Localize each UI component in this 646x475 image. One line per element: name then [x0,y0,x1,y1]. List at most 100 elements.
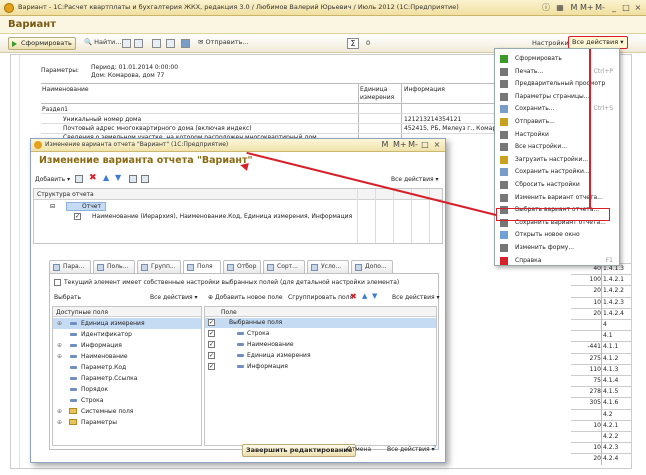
down-icon[interactable]: ▼ [115,173,121,182]
folder-icon [69,419,77,425]
dialog-all-actions[interactable]: Все действия ▾ [391,176,439,183]
tab-5[interactable]: Сорт... [263,260,305,273]
minimize-icon[interactable]: _ [608,2,620,13]
app-logo-icon [4,3,14,13]
menu-item-11[interactable]: Изменить вариант отчета... [495,191,619,205]
available-field[interactable]: Порядок [53,384,201,395]
delete-icon[interactable]: ✖ [89,173,97,183]
tab-7[interactable]: Допо... [351,260,393,273]
expand-icon[interactable]: ⊕ [57,320,62,327]
mminus-icon[interactable]: M- [594,2,606,13]
add-button[interactable]: Добавить ▾ [35,176,70,183]
m-icon[interactable]: M [568,2,580,13]
find-button[interactable]: 🔍 Найти... [84,38,121,46]
up-icon[interactable]: ▲ [103,173,109,182]
calc-icon[interactable]: ▦ [554,2,566,13]
fields-down-icon[interactable]: ▼ [372,292,377,300]
menu-item-2[interactable]: Предварительный просмотр [495,77,619,91]
send-button[interactable]: ✉ Отправить... [198,38,249,46]
report-code: 4.2.3 [603,444,619,452]
menu-item-10[interactable]: Сбросить настройки [495,178,619,192]
close-icon[interactable]: × [632,2,644,13]
tab-4[interactable]: Отбор [223,260,261,273]
field-header: Поле [221,309,237,316]
menu-item-6[interactable]: Настройки [495,128,619,142]
report-value: 10 [593,298,601,306]
sigma-icon[interactable]: Σ [347,38,359,49]
available-field[interactable]: Идентификатор [53,329,201,340]
menu-item-15[interactable]: Изменить форму... [495,241,619,255]
selected-field-checkbox[interactable]: ✓ [208,330,215,337]
available-field[interactable]: ⊕ Наименование [53,351,201,362]
expand-icon[interactable]: ⊕ [57,408,62,415]
move-icon[interactable] [75,175,83,183]
finish-editing-button[interactable]: Завершить редактирование [242,444,357,457]
help-icon[interactable]: ? [433,445,436,452]
tab-6[interactable]: Усло... [307,260,349,273]
add-new-field-button[interactable]: ⊕ Добавить новое поле [208,294,283,301]
menu-item-14[interactable]: Открыть новое окно [495,228,619,242]
available-field[interactable]: Строка [53,395,201,406]
selected-field[interactable]: ✓ Единица измерения [205,350,436,361]
available-field[interactable]: ⊕ Параметры [53,417,201,428]
menu-item-9[interactable]: Сохранить настройки... [495,165,619,179]
print-icon[interactable] [152,39,161,48]
available-field[interactable]: Параметр.Ссылка [53,373,201,384]
tree-expander[interactable]: ⊟ [50,203,55,210]
dialog-mminus-icon[interactable]: M- [407,139,419,150]
report-value: 20 [593,309,601,317]
available-field[interactable]: Параметр.Код [53,362,201,373]
menu-item-0[interactable]: Сформировать [495,52,619,66]
group-icon[interactable] [129,175,137,183]
dialog-m-icon[interactable]: M [379,139,391,150]
selected-field-checkbox[interactable]: ✓ [208,363,215,370]
maximize-icon[interactable]: □ [620,2,632,13]
copy-icon[interactable] [122,39,131,48]
menu-item-7[interactable]: Все настройки... [495,140,619,154]
dialog-maximize-icon[interactable]: □ [419,139,431,150]
expand-icon[interactable]: ⊕ [57,342,62,349]
available-field[interactable]: ⊕ Единица измерения [53,318,201,329]
tab-0[interactable]: Пара... [49,260,91,273]
expand-icon[interactable] [134,39,143,48]
info-icon[interactable]: ⓘ [540,2,552,13]
save-icon[interactable] [181,39,190,48]
mplus-icon[interactable]: M+ [580,2,594,13]
menu-item-5[interactable]: Отправить... [495,115,619,129]
own-settings-checkbox[interactable] [54,279,61,286]
menu-item-1[interactable]: Печать... Ctrl+P [495,65,619,79]
selected-field[interactable]: ✓ Информация [205,361,436,372]
send-label: Отправить... [205,38,249,46]
available-field[interactable]: ⊕ Системные поля [53,406,201,417]
menu-item-8[interactable]: Загрузить настройки... [495,153,619,167]
fields-up-icon[interactable]: ▲ [362,292,367,300]
cancel-button[interactable]: Отмена [347,446,371,453]
selected-field[interactable]: ✓ Наименование [205,339,436,350]
expand-icon[interactable]: ⊕ [57,353,62,360]
menu-item-3[interactable]: Параметры страницы... [495,90,619,104]
generate-button[interactable]: Сформировать [8,37,76,50]
bottom-all-actions[interactable]: Все действия ▾ [387,446,435,453]
grouping-checkbox[interactable]: ✓ [74,213,81,220]
menu-item-16[interactable]: Справка F1 [495,254,619,268]
dialog-close-icon[interactable]: × [431,139,443,150]
selected-field-checkbox[interactable]: ✓ [208,341,215,348]
available-all-actions[interactable]: Все действия ▾ [150,294,198,301]
fields-delete-icon[interactable]: ✖ [350,292,357,301]
selected-root-checkbox[interactable]: ✓ [208,319,215,326]
selected-field[interactable]: ✓ Строка [205,328,436,339]
settings-link[interactable]: Настройки [532,39,569,47]
tab-1[interactable]: Поль... [93,260,135,273]
tab-2[interactable]: Групп... [137,260,181,273]
row-address-info: 452415, РБ, Мелеуз г., Комар [404,125,497,132]
selected-field-checkbox[interactable]: ✓ [208,352,215,359]
available-field[interactable]: ⊕ Информация [53,340,201,351]
fields-all-actions[interactable]: Все действия ▾ [392,294,440,301]
group-fields-button[interactable]: Сгруппировать поля [288,294,353,301]
tab-3[interactable]: Поля [183,260,221,274]
dialog-mplus-icon[interactable]: M+ [393,139,407,150]
menu-item-4[interactable]: Сохранить... Ctrl+S [495,102,619,116]
ungroup-icon[interactable] [141,175,149,183]
expand-icon[interactable]: ⊕ [57,419,62,426]
preview-icon[interactable] [166,39,175,48]
